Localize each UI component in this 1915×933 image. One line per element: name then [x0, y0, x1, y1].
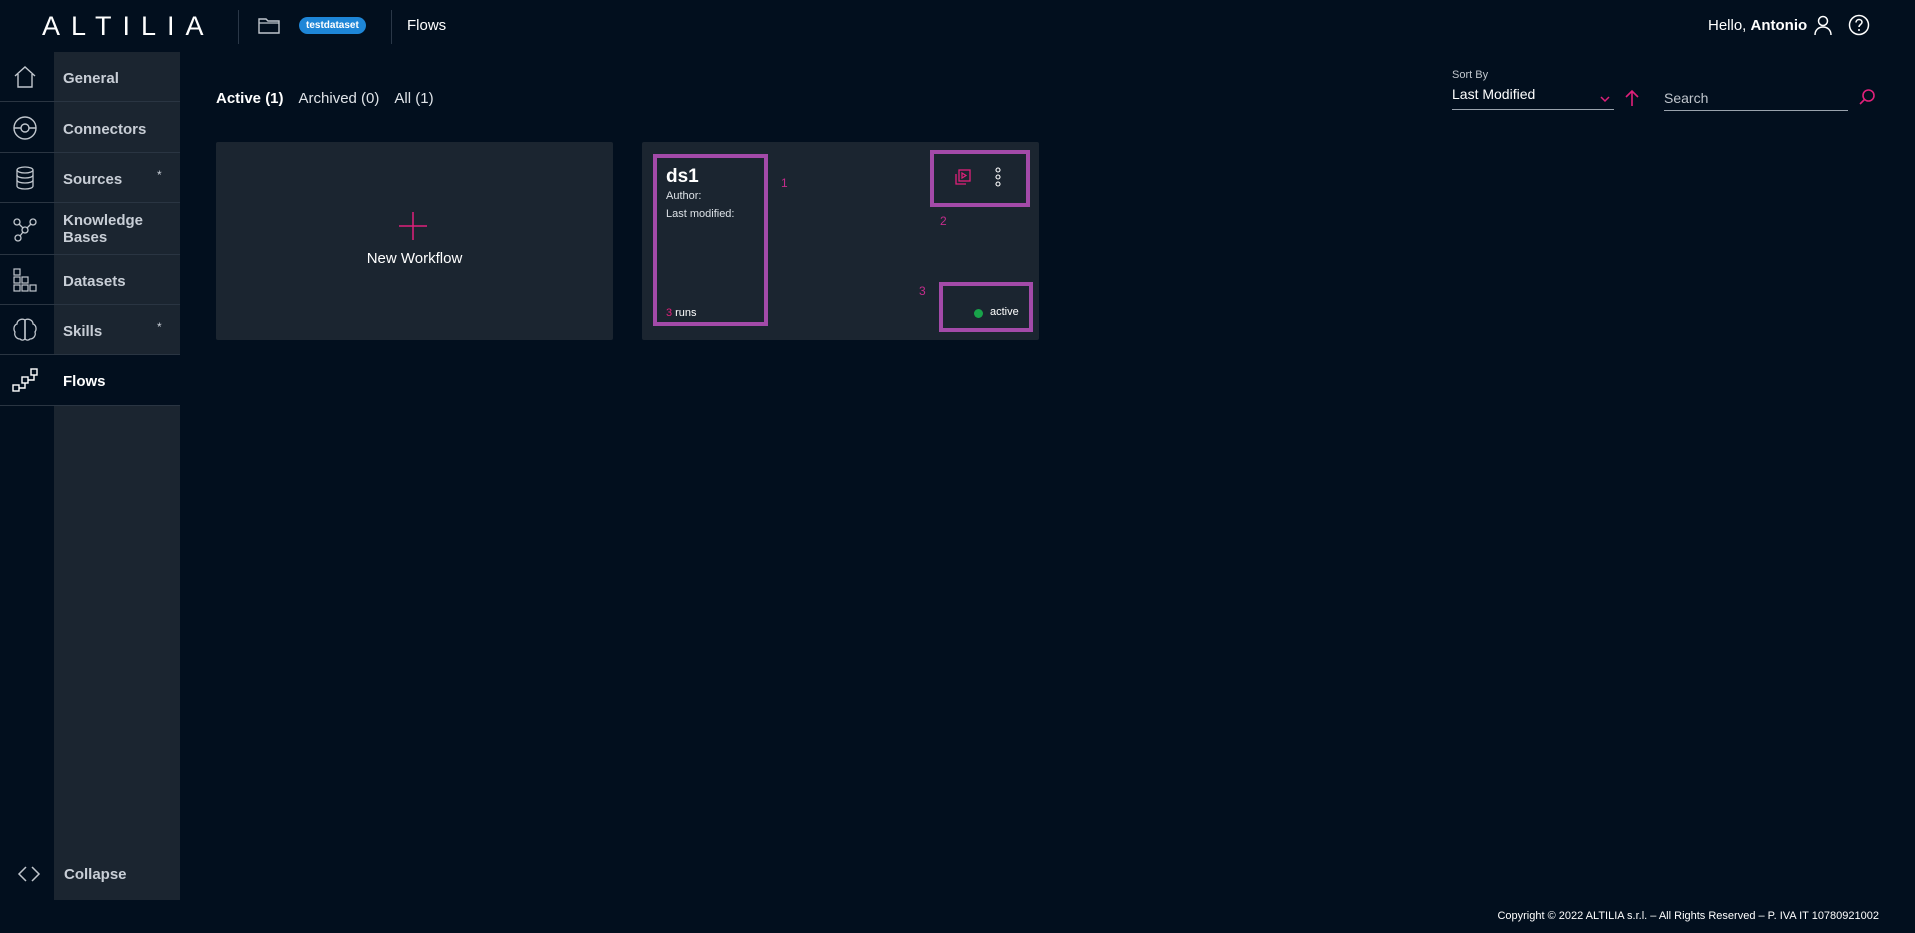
- flow-last-modified: Last modified:: [666, 208, 735, 220]
- sidebar-item-label: Flows: [63, 373, 106, 390]
- sidebar-item-label: Skills: [63, 323, 103, 340]
- sort-select[interactable]: Last Modified: [1452, 86, 1614, 110]
- flow-title[interactable]: ds1: [666, 166, 699, 188]
- tab-active[interactable]: Active (1): [216, 90, 284, 107]
- sidebar-item-flows[interactable]: Flows: [0, 355, 180, 406]
- more-options-icon[interactable]: [994, 167, 1002, 187]
- user-name: Antonio: [1750, 17, 1808, 34]
- chevron-down-icon[interactable]: [1599, 93, 1611, 105]
- sidebar-item-connectors[interactable]: Connectors: [0, 103, 180, 153]
- search-icon[interactable]: [1858, 88, 1876, 106]
- home-icon: [14, 66, 36, 88]
- highlight-box: [939, 282, 1033, 332]
- footer: Copyright © 2022 ALTILIA s.r.l. – All Ri…: [0, 900, 1915, 933]
- sidebar-item-datasets[interactable]: Datasets: [0, 255, 180, 305]
- brain-icon: [13, 318, 37, 341]
- sort-direction-icon[interactable]: [1624, 89, 1640, 107]
- tab-all[interactable]: All (1): [394, 90, 433, 107]
- sidebar-item-label: Datasets: [63, 273, 126, 290]
- sort-select-value: Last Modified: [1452, 86, 1536, 102]
- connector-icon: [13, 116, 37, 140]
- flow-icon: [12, 368, 38, 392]
- run-flow-icon[interactable]: [954, 168, 972, 186]
- plus-icon: [399, 212, 427, 240]
- user-greeting: Hello, Antonio: [1708, 17, 1807, 34]
- sort-by-label: Sort By: [1452, 69, 1489, 81]
- flow-card[interactable]: ds1 Author: Last modified: 3 runs 1 2 3 a…: [642, 142, 1039, 340]
- user-icon[interactable]: [1812, 14, 1834, 36]
- new-indicator: *: [157, 168, 162, 182]
- run-count: 3: [666, 307, 673, 319]
- grid-icon: [13, 268, 37, 292]
- sidebar-item-skills[interactable]: Skills *: [0, 305, 180, 355]
- new-indicator: *: [157, 320, 162, 334]
- runs-label: runs: [675, 307, 697, 319]
- annotation-marker: 1: [781, 176, 788, 190]
- altilia-logo[interactable]: ALTILIA: [42, 11, 215, 42]
- greeting-text: Hello,: [1708, 17, 1747, 34]
- sidebar-item-sources[interactable]: Sources *: [0, 153, 180, 203]
- dataset-badge[interactable]: testdataset: [299, 17, 366, 34]
- sidebar-item-knowledge-bases[interactable]: Knowledge Bases: [0, 204, 180, 255]
- folder-icon[interactable]: [258, 16, 280, 34]
- collapse-button[interactable]: Collapse: [0, 862, 180, 886]
- annotation-marker: 2: [940, 214, 947, 228]
- new-workflow-card[interactable]: New Workflow: [216, 142, 613, 340]
- graph-icon: [13, 218, 37, 242]
- header-divider: [391, 10, 392, 44]
- sidebar-item-label: General: [63, 70, 119, 87]
- collapse-icon: [17, 866, 41, 882]
- search-input[interactable]: [1664, 86, 1848, 111]
- new-workflow-label: New Workflow: [366, 250, 463, 267]
- page-breadcrumb: Flows: [407, 17, 447, 34]
- flow-runs: 3 runs: [666, 307, 697, 319]
- status-tabs: Active (1) Archived (0) All (1): [216, 90, 434, 107]
- top-bar: ALTILIA testdataset Flows Hello, Antonio: [0, 0, 1915, 52]
- sidebar-item-label: Knowledge Bases: [63, 212, 144, 246]
- header-divider: [238, 10, 239, 44]
- sidebar-item-general[interactable]: General: [0, 52, 180, 102]
- database-icon: [16, 166, 34, 190]
- tab-archived[interactable]: Archived (0): [299, 90, 380, 107]
- flow-author: Author:: [666, 190, 702, 202]
- status-indicator: [974, 309, 983, 318]
- sidebar-item-label: Sources: [63, 171, 123, 188]
- flow-status: active: [990, 306, 1019, 318]
- highlight-box: [930, 150, 1030, 207]
- annotation-marker: 3: [919, 284, 926, 298]
- collapse-label: Collapse: [64, 866, 127, 883]
- help-icon[interactable]: [1848, 14, 1870, 36]
- sidebar-item-label: Connectors: [63, 121, 147, 138]
- copyright-text: Copyright © 2022 ALTILIA s.r.l. – All Ri…: [1497, 910, 1879, 922]
